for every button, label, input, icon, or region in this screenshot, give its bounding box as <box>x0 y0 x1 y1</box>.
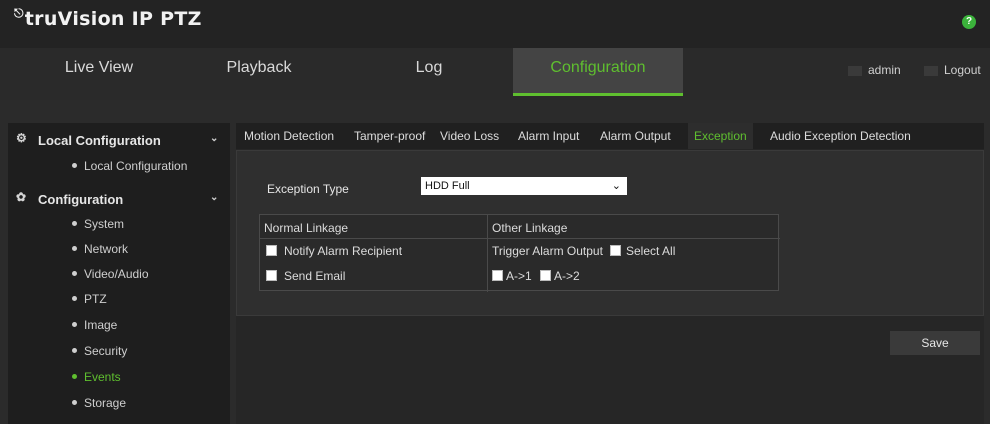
sidebar-section-local-configuration[interactable]: ⚙ Local Configuration ⌄ <box>8 127 230 153</box>
bullet-icon <box>72 246 77 251</box>
user-menu[interactable]: admin <box>848 63 901 77</box>
nav-tab-live-view[interactable]: Live View <box>14 48 184 100</box>
sidebar-item-video-audio[interactable]: Video/Audio <box>8 262 230 286</box>
main-nav: Live View Playback Log Configuration <box>0 48 990 100</box>
send-email-checkbox[interactable] <box>266 270 277 281</box>
bullet-icon <box>72 322 77 327</box>
tab-alarm-input[interactable]: Alarm Input <box>512 123 585 149</box>
exception-type-label: Exception Type <box>267 182 349 196</box>
exception-type-value: HDD Full <box>425 180 470 192</box>
sidebar-item-label: Video/Audio <box>84 267 149 281</box>
main-panel: Motion Detection Tamper-proof Video Loss… <box>236 123 984 424</box>
chevron-down-icon: ⌄ <box>210 133 219 144</box>
sidebar-item-network[interactable]: Network <box>8 237 230 261</box>
tab-motion-detection[interactable]: Motion Detection <box>238 123 340 149</box>
linkage-table: Normal Linkage Other Linkage Notify Alar… <box>259 214 780 292</box>
sidebar-item-label: Local Configuration <box>84 159 188 173</box>
bullet-icon <box>72 221 77 226</box>
send-email-label: Send Email <box>284 269 346 283</box>
normal-linkage-header: Normal Linkage <box>264 221 349 235</box>
nav-tab-configuration[interactable]: Configuration <box>513 48 683 96</box>
user-name: admin <box>868 63 901 77</box>
sidebar-section-label: Local Configuration <box>38 133 161 148</box>
gear-icon: ⚙ <box>16 131 27 145</box>
sidebar-item-system[interactable]: System <box>8 212 230 236</box>
tab-alarm-output[interactable]: Alarm Output <box>594 123 677 149</box>
select-all-checkbox[interactable] <box>610 245 621 256</box>
sidebar-item-label: Security <box>84 344 128 358</box>
logout-icon <box>924 65 938 76</box>
output-a2-checkbox[interactable] <box>540 270 551 281</box>
sidebar-item-label: System <box>84 217 125 231</box>
output-a2-label: A->2 <box>554 269 580 283</box>
sidebar-item-label: Events <box>84 370 121 384</box>
tab-tamper-proof[interactable]: Tamper-proof <box>348 123 431 149</box>
other-linkage-header: Other Linkage <box>492 221 568 235</box>
exception-type-select[interactable]: HDD Full ⌄ <box>421 177 627 195</box>
nav-tab-log[interactable]: Log <box>344 48 514 100</box>
user-icon <box>848 65 862 76</box>
tab-exception[interactable]: Exception <box>688 123 753 149</box>
sidebar-item-storage[interactable]: Storage <box>8 391 230 415</box>
logo: ⎋truVision IP PTZ <box>14 6 202 30</box>
sidebar-item-image[interactable]: Image <box>8 313 230 337</box>
chevron-down-icon: ⌄ <box>611 180 621 192</box>
notify-alarm-recipient-checkbox[interactable] <box>266 245 277 256</box>
sidebar-item-label: Storage <box>84 396 127 410</box>
logout-label: Logout <box>944 63 981 77</box>
tab-video-loss[interactable]: Video Loss <box>434 123 505 149</box>
sidebar-item-security[interactable]: Security <box>8 339 230 363</box>
wrench-icon: ✿ <box>16 190 27 204</box>
sidebar-item-label: PTZ <box>84 292 107 306</box>
chevron-down-icon: ⌄ <box>210 192 219 203</box>
sidebar-item-label: Image <box>84 318 118 332</box>
logout-button[interactable]: Logout <box>924 63 981 77</box>
tab-audio-exception-detection[interactable]: Audio Exception Detection <box>764 123 917 149</box>
sidebar-section-label: Configuration <box>38 192 124 207</box>
event-subtabs: Motion Detection Tamper-proof Video Loss… <box>236 123 984 149</box>
sidebar-item-ptz[interactable]: PTZ <box>8 287 230 311</box>
save-button[interactable]: Save <box>890 331 980 355</box>
bullet-icon <box>72 271 77 276</box>
bullet-icon <box>72 296 77 301</box>
output-a1-checkbox[interactable] <box>492 270 503 281</box>
notify-alarm-recipient-label: Notify Alarm Recipient <box>284 244 403 258</box>
top-bar: ⎋truVision IP PTZ ? <box>0 0 990 48</box>
bullet-icon <box>72 400 77 405</box>
select-all-label: Select All <box>626 244 676 258</box>
exception-form: Exception Type HDD Full ⌄ Normal Linkage… <box>236 150 984 316</box>
bullet-icon <box>72 374 77 379</box>
divider <box>487 215 488 292</box>
help-icon[interactable]: ? <box>962 15 976 29</box>
bullet-icon <box>72 163 77 168</box>
sidebar-section-configuration[interactable]: ✿ Configuration ⌄ <box>8 186 230 212</box>
output-a1-label: A->1 <box>506 269 532 283</box>
sidebar-item-events[interactable]: Events <box>8 365 230 389</box>
trigger-alarm-output-label: Trigger Alarm Output <box>492 244 603 258</box>
logo-text: truVision IP PTZ <box>24 8 202 30</box>
sidebar-item-label: Network <box>84 242 129 256</box>
sidebar: ⚙ Local Configuration ⌄ Local Configurat… <box>8 123 230 424</box>
bullet-icon <box>72 348 77 353</box>
sidebar-item-local-configuration[interactable]: Local Configuration <box>8 154 230 178</box>
nav-tab-playback[interactable]: Playback <box>174 48 344 100</box>
